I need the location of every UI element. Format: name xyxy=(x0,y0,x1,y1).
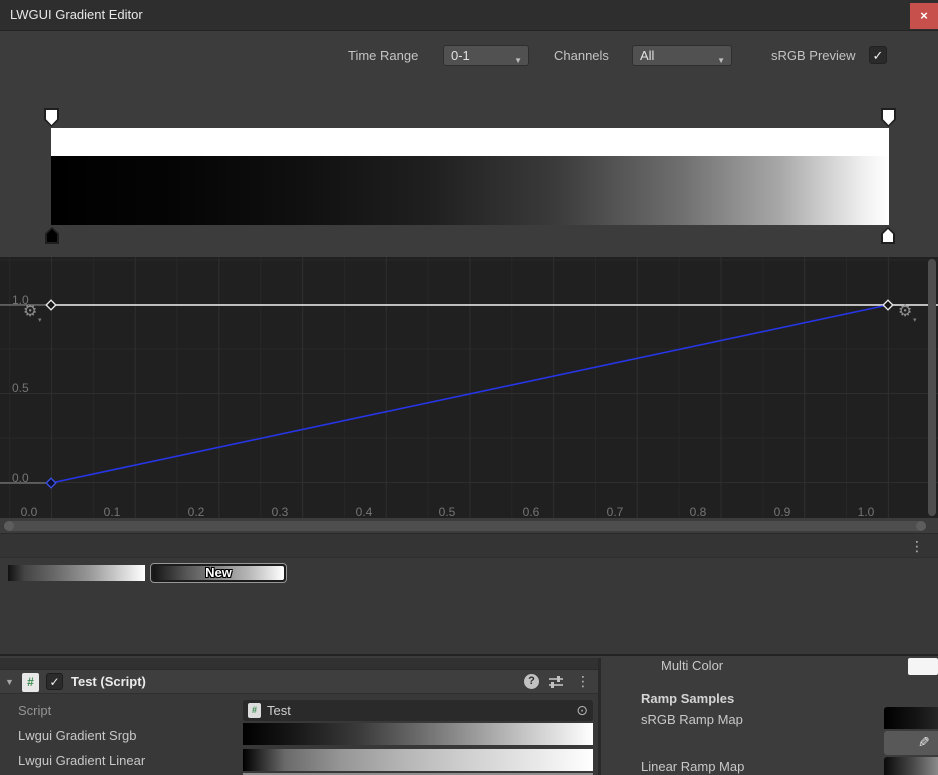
preset-thumbnail[interactable] xyxy=(8,565,145,581)
component-header[interactable]: ▼ # ✓ Test (Script) ? ⋮ xyxy=(0,669,598,694)
gear-icon[interactable]: ⚙ xyxy=(898,304,912,320)
ramp-edit-button[interactable]: ✎ xyxy=(884,731,938,755)
ramp-samples-heading: Ramp Samples xyxy=(641,691,734,706)
csharp-script-icon: # xyxy=(248,703,261,718)
check-icon: ✓ xyxy=(873,48,884,63)
color-marker-fill xyxy=(47,229,57,242)
gear-dropdown-arrow-icon: ▾ xyxy=(38,316,42,324)
window-title: LWGUI Gradient Editor xyxy=(10,7,143,22)
preset-label: New xyxy=(153,565,284,580)
color-marker-left[interactable] xyxy=(45,227,59,244)
inspector-panel: ▼ # ✓ Test (Script) ? ⋮ Script # Test ⊙ … xyxy=(0,658,598,775)
preset-thumbnail-new[interactable]: New xyxy=(150,563,287,583)
component-title: Test (Script) xyxy=(71,674,146,689)
srgb-ramp-map-label: sRGB Ramp Map xyxy=(641,712,743,727)
x-tick: 0.4 xyxy=(344,505,384,519)
kebab-menu-icon[interactable]: ⋮ xyxy=(910,538,924,555)
close-icon[interactable]: × xyxy=(910,3,938,29)
check-icon: ✓ xyxy=(49,675,59,689)
x-tick: 0.9 xyxy=(762,505,802,519)
x-tick: 0.7 xyxy=(595,505,635,519)
gear-dropdown-arrow-icon: ▾ xyxy=(913,316,917,324)
multi-color-label: Multi Color xyxy=(661,658,723,673)
gradient-srgb-label: Lwgui Gradient Srgb xyxy=(18,728,137,743)
color-marker-fill xyxy=(883,229,893,242)
csharp-script-icon: # xyxy=(22,673,39,692)
title-bar[interactable]: LWGUI Gradient Editor × xyxy=(0,0,938,31)
chevron-down-icon: ▼ xyxy=(717,51,725,70)
x-tick: 0.5 xyxy=(427,505,467,519)
x-tick: 0.8 xyxy=(678,505,718,519)
horizontal-scrollbar[interactable] xyxy=(4,521,926,531)
channels-label: Channels xyxy=(554,48,609,63)
script-object-name: Test xyxy=(267,703,291,718)
color-marker-right[interactable] xyxy=(881,227,895,244)
time-range-value: 0-1 xyxy=(451,48,470,63)
x-tick: 0.3 xyxy=(260,505,300,519)
alpha-marker-right[interactable] xyxy=(881,108,896,127)
gradient-preview-bar[interactable] xyxy=(51,156,889,225)
right-inspector-panel: Multi Color Ramp Samples sRGB Ramp Map ✎… xyxy=(601,658,938,775)
presets-body: New xyxy=(0,558,938,656)
gradient-linear-field[interactable] xyxy=(243,749,593,771)
presets-header: Presets ⋮ xyxy=(0,533,938,558)
help-icon[interactable]: ? xyxy=(524,674,539,689)
linear-ramp-map-preview[interactable] xyxy=(884,757,938,775)
multi-color-swatch[interactable] xyxy=(908,658,938,675)
scrollbar-cap[interactable] xyxy=(916,521,926,531)
alpha-marker-fill xyxy=(46,110,57,125)
kebab-menu-icon[interactable]: ⋮ xyxy=(576,673,590,690)
chevron-down-icon: ▼ xyxy=(514,51,522,70)
x-tick: 0.6 xyxy=(511,505,551,519)
x-axis-labels: 0.0 0.1 0.2 0.3 0.4 0.5 0.6 0.7 0.8 0.9 … xyxy=(0,505,938,521)
linear-ramp-map-label: Linear Ramp Map xyxy=(641,759,744,774)
gradient-linear-label: Lwgui Gradient Linear xyxy=(18,753,145,768)
time-range-dropdown[interactable]: 0-1 ▼ xyxy=(443,45,529,66)
time-range-label: Time Range xyxy=(348,48,418,63)
x-tick: 1.0 xyxy=(846,505,886,519)
foldout-arrow-icon[interactable]: ▼ xyxy=(5,677,14,687)
preset-gradient: New xyxy=(153,566,284,580)
object-picker-icon[interactable]: ⊙ xyxy=(576,702,588,719)
script-object-field[interactable]: # Test ⊙ xyxy=(243,700,593,721)
srgb-preview-label: sRGB Preview xyxy=(771,48,856,63)
vertical-scrollbar[interactable] xyxy=(928,259,936,516)
curve-editor-canvas[interactable] xyxy=(0,257,938,518)
gradient-srgb-field[interactable] xyxy=(243,723,593,745)
alpha-preview-bar[interactable] xyxy=(51,128,889,156)
y-tick-05: 0.5 xyxy=(12,381,29,395)
channels-dropdown[interactable]: All ▼ xyxy=(632,45,732,66)
x-tick: 0.0 xyxy=(9,505,49,519)
x-tick: 0.1 xyxy=(92,505,132,519)
alpha-marker-fill xyxy=(883,110,894,125)
pencil-icon: ✎ xyxy=(918,734,930,751)
script-row-label: Script xyxy=(18,703,51,718)
y-tick-0: 0.0 xyxy=(12,471,29,485)
gear-icon[interactable]: ⚙ xyxy=(23,304,37,320)
gradient-editor-window: LWGUI Gradient Editor × Time Range 0-1 ▼… xyxy=(0,0,938,775)
x-tick: 0.2 xyxy=(176,505,216,519)
srgb-preview-checkbox[interactable]: ✓ xyxy=(869,46,887,64)
component-enabled-checkbox[interactable]: ✓ xyxy=(46,673,63,690)
inspector-top-strip xyxy=(0,658,598,669)
scrollbar-cap[interactable] xyxy=(4,521,14,531)
channels-value: All xyxy=(640,48,654,63)
presets-slider-icon[interactable] xyxy=(548,674,564,690)
srgb-ramp-map-preview[interactable] xyxy=(884,707,938,729)
alpha-marker-left[interactable] xyxy=(44,108,59,127)
